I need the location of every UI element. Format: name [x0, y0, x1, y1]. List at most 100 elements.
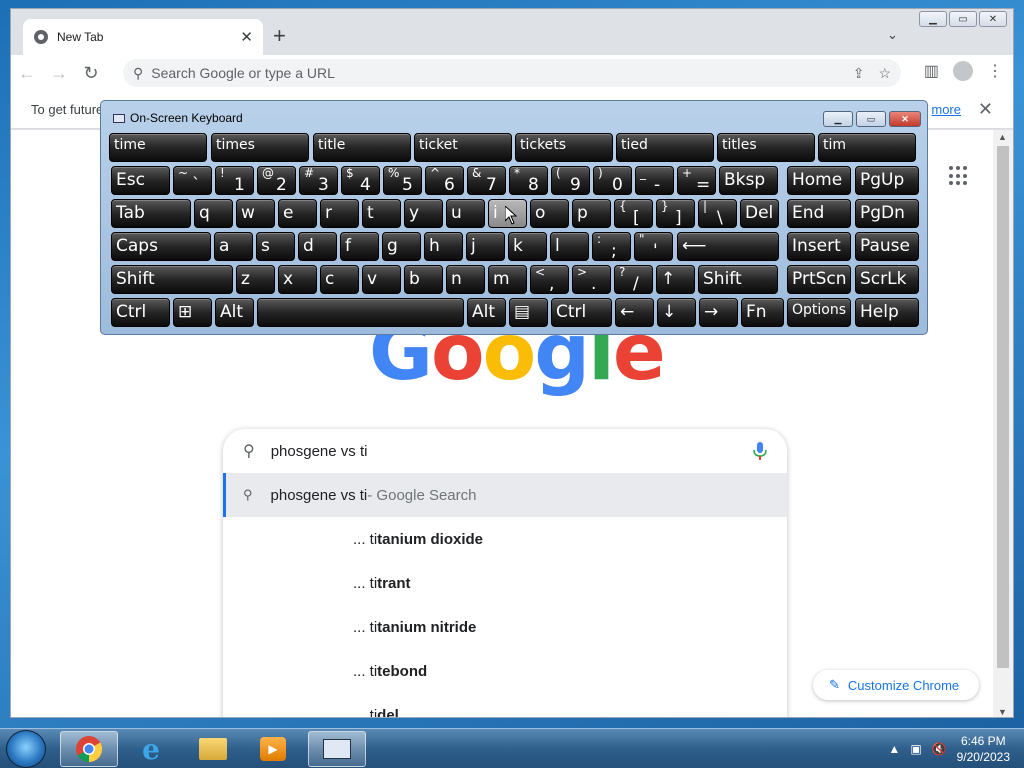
key[interactable]: Ctrl: [111, 298, 170, 327]
key[interactable]: >.: [572, 265, 611, 294]
key[interactable]: x: [278, 265, 317, 294]
key[interactable]: z: [236, 265, 275, 294]
key[interactable]: c: [320, 265, 359, 294]
scroll-up-icon[interactable]: ▲: [998, 132, 1007, 142]
osk-minimize-button[interactable]: ▁: [823, 111, 853, 127]
suggestion-row[interactable]: ... ti del: [223, 693, 787, 718]
share-icon[interactable]: ⇪: [853, 65, 865, 82]
spacebar-key[interactable]: [257, 298, 464, 327]
key[interactable]: Help: [855, 298, 919, 327]
minimize-button[interactable]: ▁: [919, 11, 947, 27]
key[interactable]: h: [424, 232, 463, 261]
show-hidden-icons-icon[interactable]: ▲: [888, 742, 900, 756]
scrollbar-thumb[interactable]: [997, 146, 1009, 668]
key[interactable]: g: [382, 232, 421, 261]
key[interactable]: Alt: [215, 298, 254, 327]
key[interactable]: | \: [698, 199, 737, 228]
close-window-button[interactable]: ✕: [979, 11, 1007, 27]
key[interactable]: PgUp: [855, 166, 919, 195]
prediction-key[interactable]: title: [313, 133, 411, 162]
prediction-key[interactable]: tied: [616, 133, 714, 162]
key[interactable]: Caps: [111, 232, 211, 261]
volume-muted-icon[interactable]: 🔇: [932, 742, 947, 756]
key[interactable]: Shift: [698, 265, 778, 294]
key[interactable]: o: [530, 199, 569, 228]
key[interactable]: k: [508, 232, 547, 261]
key[interactable]: :;: [592, 232, 631, 261]
key[interactable]: ⊞: [173, 298, 212, 327]
key[interactable]: f: [340, 232, 379, 261]
key[interactable]: ScrLk: [855, 265, 919, 294]
side-panel-icon[interactable]: ▥: [924, 61, 939, 81]
menu-dots-icon[interactable]: ⋮: [987, 61, 1003, 81]
key[interactable]: d: [298, 232, 337, 261]
key[interactable]: l: [550, 232, 589, 261]
key[interactable]: w: [236, 199, 275, 228]
customize-chrome-button[interactable]: ✎ Customize Chrome: [813, 670, 979, 700]
key[interactable]: #3: [299, 166, 338, 195]
search-input[interactable]: phosgene vs ti: [271, 443, 753, 460]
key[interactable]: s: [256, 232, 295, 261]
key[interactable]: + =: [677, 166, 716, 195]
tab-new-tab[interactable]: New Tab ✕: [23, 19, 263, 55]
maximize-button[interactable]: ▭: [949, 11, 977, 27]
key[interactable]: ←: [615, 298, 654, 327]
key[interactable]: ⟵: [677, 232, 779, 261]
key[interactable]: t: [362, 199, 401, 228]
key[interactable]: r: [320, 199, 359, 228]
scroll-down-icon[interactable]: ▼: [998, 707, 1007, 717]
key[interactable]: Options: [787, 298, 851, 327]
key[interactable]: Fn: [741, 298, 784, 327]
key[interactable]: _ -: [635, 166, 674, 195]
key[interactable]: ) 0: [593, 166, 632, 195]
key[interactable]: n: [446, 265, 485, 294]
key[interactable]: Insert: [787, 232, 851, 261]
key[interactable]: Shift: [111, 265, 233, 294]
taskbar-chrome[interactable]: [60, 731, 118, 767]
osk-restore-button[interactable]: ▭: [856, 111, 886, 127]
key[interactable]: % 5: [383, 166, 422, 195]
taskbar-media-player[interactable]: ▶: [244, 731, 302, 767]
key[interactable]: }]: [656, 199, 695, 228]
key[interactable]: ~ `: [173, 166, 212, 195]
osk-close-button[interactable]: ✕: [889, 111, 921, 127]
reload-icon[interactable]: ↻: [75, 63, 107, 84]
google-apps-icon[interactable]: [949, 166, 969, 186]
key[interactable]: Ctrl: [551, 298, 612, 327]
key[interactable]: a: [214, 232, 253, 261]
network-icon[interactable]: ▣: [910, 742, 921, 756]
back-icon[interactable]: ←: [11, 63, 43, 84]
start-button[interactable]: [6, 730, 46, 768]
taskbar-on-screen-keyboard[interactable]: [308, 731, 366, 767]
taskbar-file-explorer[interactable]: [184, 731, 242, 767]
key[interactable]: {[: [614, 199, 653, 228]
microphone-icon[interactable]: [753, 442, 767, 460]
key[interactable]: * 8: [509, 166, 548, 195]
key[interactable]: →: [699, 298, 738, 327]
key[interactable]: Alt: [467, 298, 506, 327]
key[interactable]: Esc: [111, 166, 170, 195]
key[interactable]: m: [488, 265, 527, 294]
key[interactable]: v: [362, 265, 401, 294]
bookmark-star-icon[interactable]: ☆: [878, 65, 891, 82]
page-scrollbar[interactable]: ▲ ▼: [993, 130, 1013, 717]
key[interactable]: b: [404, 265, 443, 294]
infobar-learn-more-link[interactable]: more: [931, 102, 961, 117]
key[interactable]: q: [194, 199, 233, 228]
prediction-key[interactable]: tim: [818, 133, 916, 162]
key[interactable]: Tab: [111, 199, 191, 228]
prediction-key[interactable]: tickets: [515, 133, 613, 162]
suggestion-row[interactable]: ... ti tebond: [223, 649, 787, 693]
key[interactable]: ^ 6: [425, 166, 464, 195]
key[interactable]: ! 1: [215, 166, 254, 195]
prediction-key[interactable]: time: [109, 133, 207, 162]
key[interactable]: u: [446, 199, 485, 228]
key[interactable]: Del: [740, 199, 779, 228]
key[interactable]: Bksp: [719, 166, 778, 195]
search-input-row[interactable]: ⚲ phosgene vs ti: [223, 429, 787, 473]
close-tab-icon[interactable]: ✕: [240, 28, 253, 46]
key[interactable]: End: [787, 199, 851, 228]
key[interactable]: ↑: [656, 265, 695, 294]
key[interactable]: Home: [787, 166, 851, 195]
new-tab-button[interactable]: +: [273, 23, 286, 49]
